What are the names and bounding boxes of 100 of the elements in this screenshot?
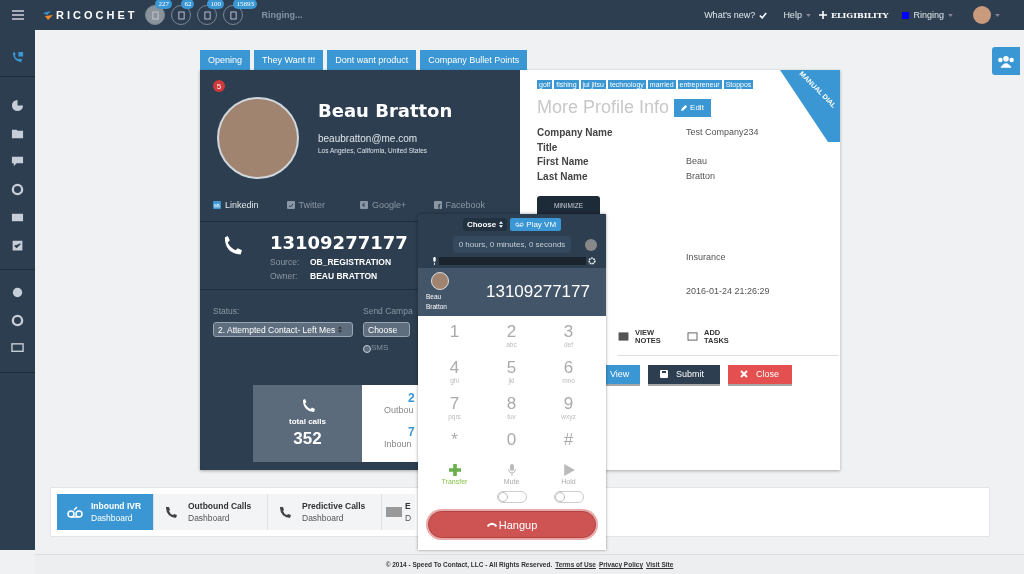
phone-icon — [164, 506, 180, 518]
counter-button[interactable] — [145, 5, 166, 25]
play-icon — [562, 464, 575, 476]
contacts-button[interactable] — [992, 47, 1020, 75]
eligibility-link[interactable]: ELIGIBILITY — [830, 10, 889, 20]
social-link[interactable]: Linkedin — [213, 200, 287, 210]
logo-icon — [42, 9, 54, 21]
field-value: 2016-01-24 21:26:29 — [686, 285, 771, 296]
lifebuoy-icon — [11, 182, 24, 196]
keypad-key[interactable]: * — [426, 428, 483, 464]
social-link[interactable]: Twitter — [286, 200, 360, 210]
contact-email: beaubratton@me.com — [318, 133, 419, 144]
status-dot — [585, 238, 597, 251]
field-value: Test Company234 — [686, 127, 760, 138]
script-tab[interactable]: Dont want product — [327, 50, 417, 70]
status-label: Status: — [213, 306, 241, 316]
caret-icon — [805, 13, 811, 17]
caret-icon — [995, 13, 1000, 17]
campaign-label: Send Campa — [363, 306, 413, 316]
detail-label: Source: — [270, 257, 301, 267]
users-icon — [997, 54, 1015, 68]
keypad-key[interactable]: 1 — [426, 320, 483, 356]
detail-value: OB_REGISTRATION — [310, 257, 392, 267]
select-arrows-icon — [499, 221, 504, 228]
notification-badge: 5 — [213, 80, 225, 92]
phone-number: 13109277177 — [270, 232, 408, 253]
edit-button[interactable]: Edit — [674, 98, 711, 117]
dialed-number: 13109277177 — [486, 282, 590, 302]
social-link[interactable]: Facebook — [433, 200, 507, 210]
stat-value: 352 — [293, 428, 322, 449]
dashboard-tab[interactable]: Predictive Calls Dashboard — [268, 494, 382, 530]
detail-label: Owner: — [270, 271, 299, 281]
script-tab[interactable]: Company Bullet Points — [420, 50, 528, 70]
document-icon — [151, 10, 159, 20]
phone-icon — [278, 506, 294, 518]
checkbox-icon — [11, 238, 24, 252]
notes-icon — [618, 332, 629, 341]
stat-value: 2 — [407, 391, 416, 405]
sms-radio[interactable]: SMS — [363, 343, 413, 353]
menu-icon[interactable] — [12, 10, 24, 20]
action-button[interactable]: View — [604, 364, 640, 384]
voicemail-icon — [67, 506, 83, 518]
status-select[interactable]: 2. Attempted Contact- Left Mes — [213, 322, 353, 337]
dashboard-tab[interactable]: Outbound Calls Dashboard — [154, 494, 268, 530]
calendar-icon — [687, 332, 698, 341]
status-indicator — [902, 11, 910, 19]
choose-select[interactable]: Choose — [462, 218, 508, 231]
field-value: Bratton — [686, 170, 717, 182]
social-link[interactable]: Google+ — [360, 200, 434, 210]
detail-value: BEAU BRATTON — [310, 271, 378, 281]
help-menu[interactable]: Help — [783, 10, 802, 20]
monitor-icon — [11, 341, 24, 355]
check-icon — [759, 11, 768, 19]
logo: RICOCHET — [56, 9, 138, 21]
script-tab[interactable]: Opening — [200, 50, 251, 70]
action-button[interactable]: Submit — [648, 364, 720, 384]
microphone-icon — [505, 464, 518, 476]
field-value: Beau — [686, 156, 709, 167]
microphone-icon — [432, 257, 437, 265]
phone-icon — [222, 236, 242, 256]
stat-label: Outbou — [384, 405, 415, 415]
dashboard-tab[interactable]: E D — [382, 494, 416, 530]
stat-label: total calls — [289, 416, 326, 426]
hangup-button[interactable]: Hangup — [428, 511, 596, 538]
keypad-key[interactable]: 0 — [483, 428, 540, 464]
call-status: Ringing... — [261, 10, 303, 20]
keypad-key[interactable]: # — [540, 428, 597, 464]
campaign-select[interactable]: Choose — [363, 322, 410, 337]
linkedin-icon — [213, 201, 221, 209]
user-avatar[interactable] — [973, 6, 991, 24]
pie-chart-icon — [11, 98, 24, 112]
facebook-icon — [433, 201, 442, 209]
save-icon — [660, 370, 668, 378]
plus-icon — [448, 464, 461, 476]
field-label: Last Name — [537, 170, 589, 182]
close-icon — [740, 370, 748, 378]
phone-down-icon — [486, 522, 497, 527]
phone-grid-icon — [11, 50, 24, 64]
voicemail-icon — [515, 222, 525, 227]
phone-icon — [300, 398, 315, 413]
pencil-icon — [681, 104, 689, 111]
document-icon — [203, 10, 211, 20]
script-tab[interactable]: They Want It! — [254, 50, 324, 70]
agent-status-menu[interactable]: Ringing — [913, 10, 944, 20]
document-icon — [177, 10, 185, 20]
dashboard-tab[interactable]: Inbound IVR Dashboard — [57, 494, 154, 530]
document-icon — [229, 10, 237, 20]
field-label: Company Name — [537, 127, 614, 138]
stat-label: Inboun — [384, 439, 413, 449]
contact-name: Beau Bratton — [318, 100, 453, 121]
action-button[interactable]: Close — [728, 364, 792, 384]
play-vm-button[interactable]: Play VM — [510, 218, 562, 231]
lifebuoy-icon — [11, 313, 24, 327]
caller-avatar — [431, 272, 449, 290]
select-arrows-icon — [338, 326, 343, 333]
whats-new-link[interactable]: What's new? — [704, 10, 756, 20]
field-label: First Name — [537, 156, 590, 167]
plus-icon — [818, 11, 827, 19]
call-timer: 0 hours, 0 minutes, 0 seconds — [452, 236, 572, 253]
stat-value: 7 — [407, 425, 416, 439]
